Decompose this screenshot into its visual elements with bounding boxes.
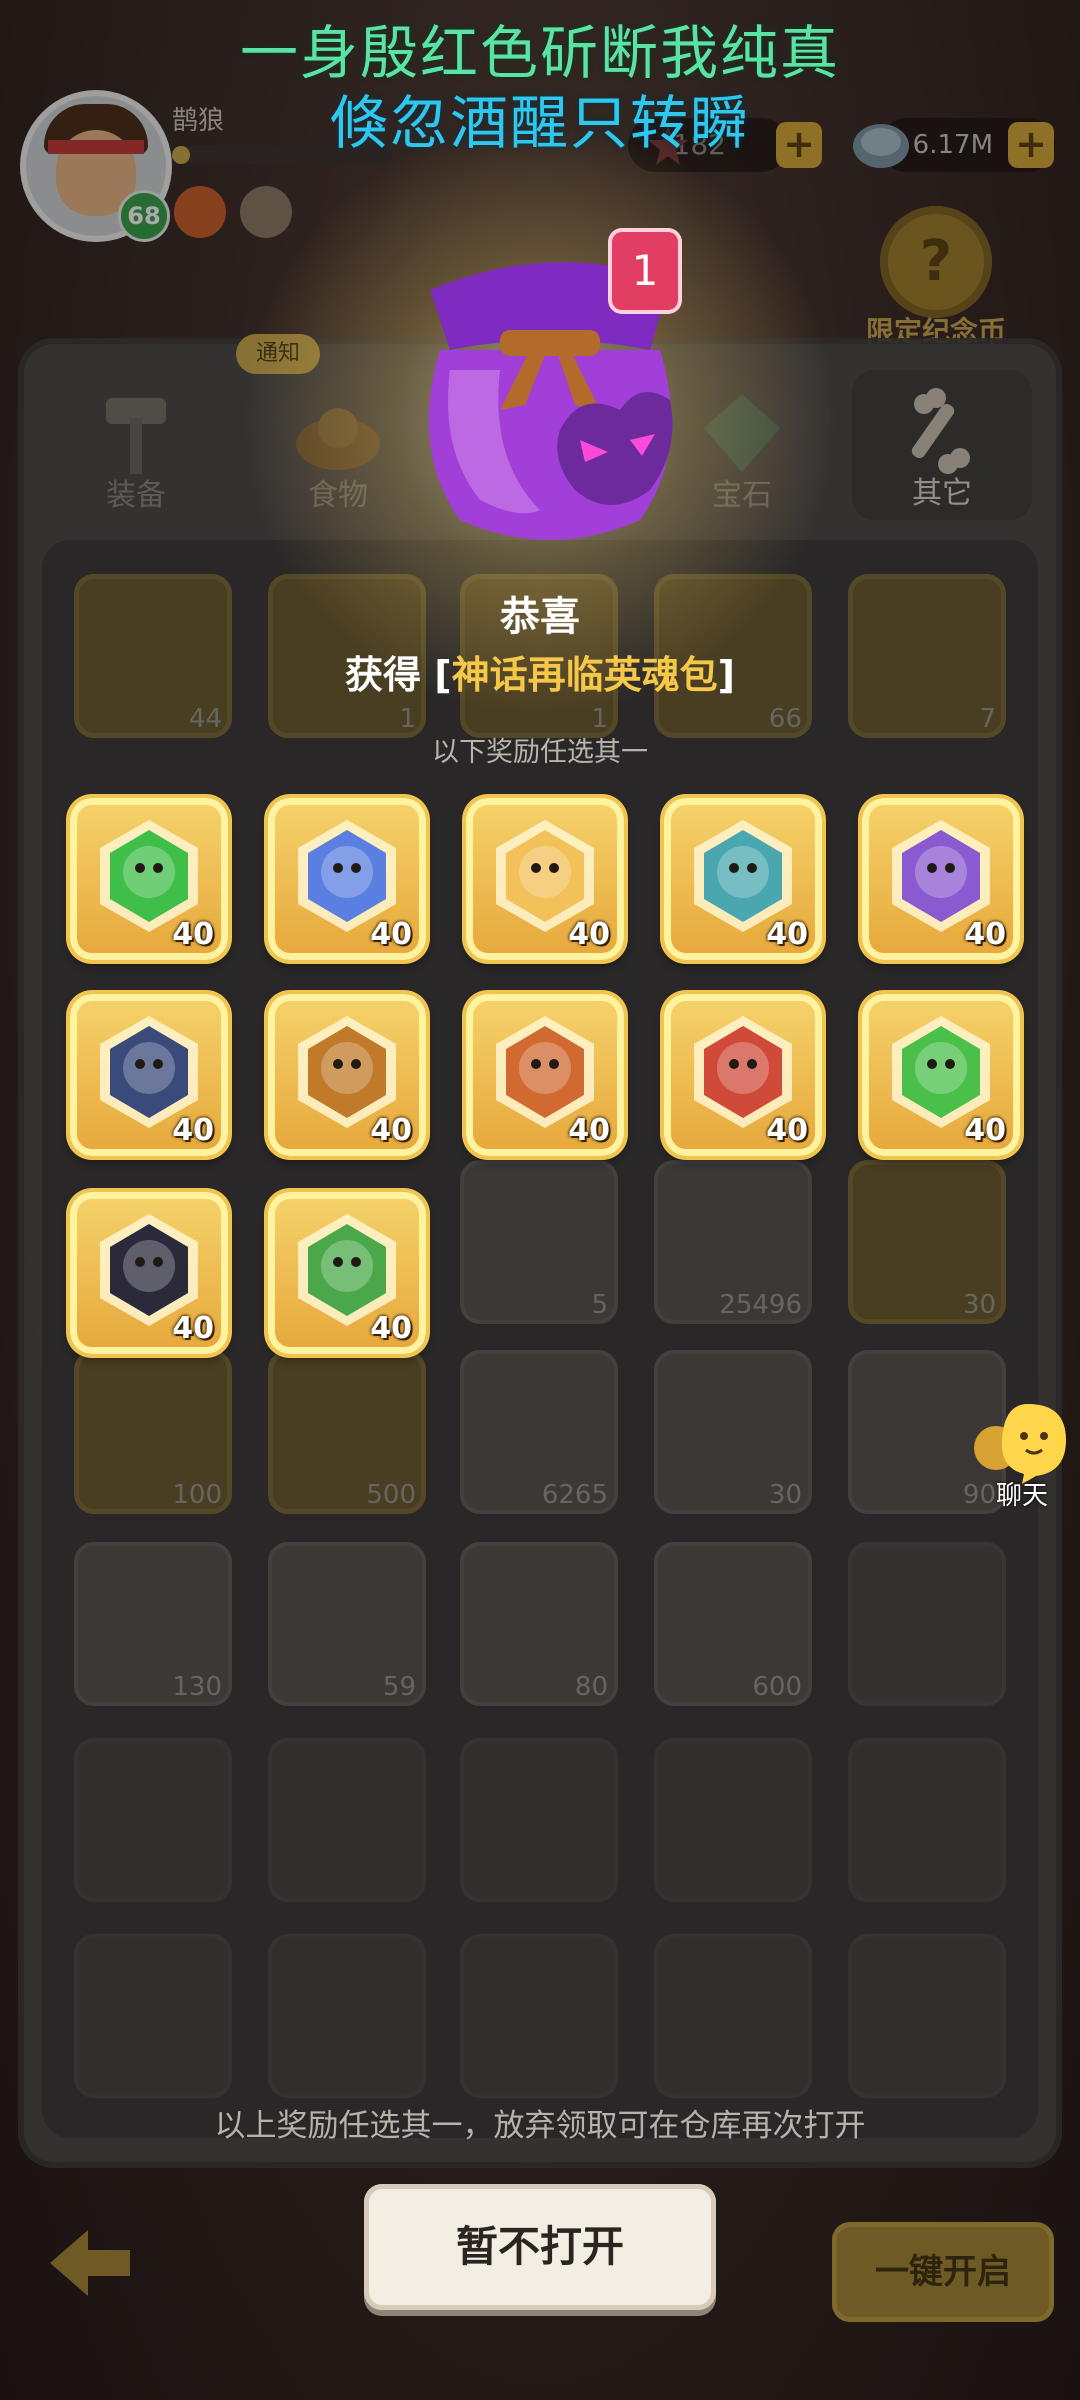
chat-button[interactable]: 聊天 <box>966 1396 1078 1512</box>
back-button[interactable] <box>40 2218 140 2308</box>
reward-option[interactable]: 40 <box>466 994 624 1156</box>
lyric-line-2: 倏忽酒醒只转瞬 <box>329 89 750 157</box>
reward-count: 40 <box>370 1311 412 1346</box>
reward-count: 40 <box>964 1113 1006 1148</box>
chat-label: 聊天 <box>995 1481 1048 1511</box>
pack-count-badge: 1 <box>608 228 682 314</box>
open-all-button[interactable]: 一键开启 <box>832 2222 1054 2322</box>
reward-count: 40 <box>172 1113 214 1148</box>
bottom-note: 以上奖励任选其一，放弃领取可在仓库再次打开 <box>214 2108 866 2144</box>
reward-option[interactable]: 40 <box>268 1192 426 1354</box>
popup-subtitle: 以下奖励任选其一 <box>432 737 648 768</box>
reward-count: 40 <box>370 1113 412 1148</box>
reward-option[interactable]: 40 <box>862 798 1020 960</box>
obtained-item-name: 神话再临英魂包 <box>451 653 718 697</box>
reward-count: 40 <box>172 917 214 952</box>
reward-option[interactable]: 40 <box>70 994 228 1156</box>
reward-option[interactable]: 40 <box>268 798 426 960</box>
chat-bubble-icon <box>974 1404 1066 1484</box>
reward-count: 40 <box>568 917 610 952</box>
popup-title: 恭喜 <box>500 594 580 640</box>
reward-count: 40 <box>964 917 1006 952</box>
reward-option[interactable]: 40 <box>70 1192 228 1354</box>
reward-count: 40 <box>370 917 412 952</box>
reward-option[interactable]: 40 <box>664 798 822 960</box>
obtained-suffix: ] <box>717 653 735 697</box>
reward-option[interactable]: 40 <box>862 994 1020 1156</box>
popup-obtained-line: 获得 [神话再临英魂包] <box>0 644 1080 699</box>
back-arrow-icon <box>50 2230 130 2296</box>
reward-count: 40 <box>766 917 808 952</box>
reward-option[interactable]: 40 <box>70 798 228 960</box>
reward-count: 40 <box>568 1113 610 1148</box>
reward-count: 40 <box>766 1113 808 1148</box>
reward-option[interactable]: 40 <box>268 994 426 1156</box>
reward-count: 40 <box>172 1311 214 1346</box>
reward-option[interactable]: 40 <box>466 798 624 960</box>
skip-open-button[interactable]: 暂不打开 <box>364 2184 716 2310</box>
reward-option[interactable]: 40 <box>664 994 822 1156</box>
obtained-prefix: 获得 [ <box>345 653 452 697</box>
